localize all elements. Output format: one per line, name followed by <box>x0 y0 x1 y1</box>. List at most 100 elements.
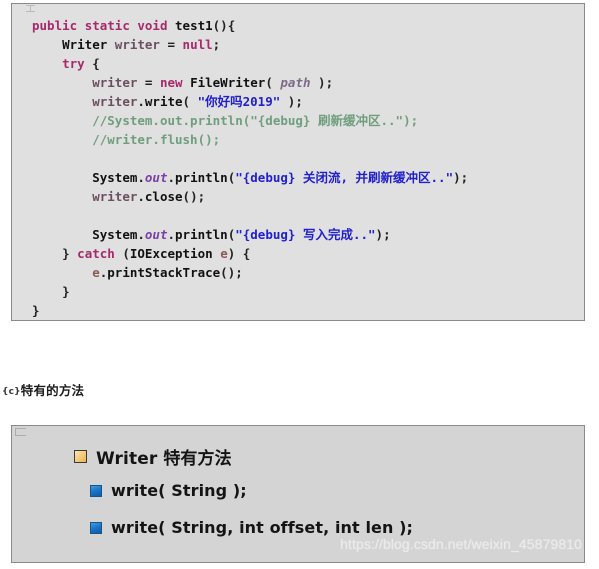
code-token-com: //writer.flush(); <box>92 132 221 147</box>
code-token-punc: (); <box>182 189 206 204</box>
code-token-type: test1 <box>175 18 213 33</box>
code-token-var: e <box>220 246 228 261</box>
slide-bullet-row: write( String ); <box>90 481 247 500</box>
code-token-punc: ); <box>310 75 334 90</box>
code-token-str: "你好吗2019" <box>197 94 281 109</box>
slide-corner-marker-icon <box>15 428 26 436</box>
code-token-punc: . <box>137 170 145 185</box>
code-token-type: printStackTrace <box>107 265 221 280</box>
code-token-punc: . <box>167 227 176 242</box>
code-token-kw: new <box>159 75 183 90</box>
watermark-text: https://blog.csdn.net/weixin_45879810 <box>340 536 582 552</box>
code-token-punc: . <box>137 94 145 109</box>
code-token-punc: . <box>137 227 145 242</box>
code-line: Writer writer = null; <box>12 35 584 54</box>
code-token-kw: void <box>137 18 168 33</box>
code-token-com: //System.out.println("{debug} 刷新缓冲区.."); <box>92 113 419 128</box>
code-token-type: System <box>92 227 138 242</box>
code-line: } catch (IOException e) { <box>12 244 584 263</box>
code-token-type: close <box>144 189 183 204</box>
code-token-type: FileWriter <box>190 75 266 90</box>
code-token-id: writer <box>92 75 138 90</box>
blue-square-bullet-icon <box>90 484 102 497</box>
code-snippet-panel: public static void test1(){ Writer write… <box>11 3 585 321</box>
code-token-punc: ); <box>375 227 391 242</box>
orange-square-bullet-icon <box>74 450 87 463</box>
code-line: //writer.flush(); <box>12 130 584 149</box>
code-token-punc: (){ <box>212 18 236 33</box>
code-token-type: println <box>175 227 228 242</box>
code-token-kw: try <box>62 56 85 71</box>
code-line: } <box>12 301 584 320</box>
code-token-punc: . <box>167 170 176 185</box>
code-token-punc: } <box>32 303 40 318</box>
code-token-field: out <box>144 227 168 242</box>
code-token-id: writer <box>114 37 160 52</box>
code-token-str: "{debug} 写入完成.." <box>235 227 376 242</box>
slide-heading-label: Writer 特有方法 <box>96 449 232 469</box>
code-line: System.out.println("{debug} 写入完成.."); <box>12 225 584 244</box>
code-token-punc: = <box>167 37 176 52</box>
code-token-kw: null <box>182 37 213 52</box>
code-token-type: write <box>144 94 183 109</box>
code-line: //System.out.println("{debug} 刷新缓冲区.."); <box>12 111 584 130</box>
section-caption: {c}特有的方法 <box>2 380 84 399</box>
code-token-type: System <box>92 170 138 185</box>
code-token-punc: ( <box>265 75 281 90</box>
caption-text: 特有的方法 <box>20 383 85 398</box>
code-token-punc: . <box>137 189 145 204</box>
code-token-punc: ; <box>212 37 221 52</box>
code-token-type: IOException <box>129 246 213 261</box>
code-token-punc: } <box>62 246 78 261</box>
slide-bullet-row: write( String, int offset, int len ); <box>90 518 413 537</box>
code-token-id: writer <box>92 189 138 204</box>
code-token-var: e <box>92 265 100 280</box>
code-token-param: path <box>280 75 311 90</box>
code-token-field: out <box>144 170 168 185</box>
blue-square-bullet-icon <box>90 521 102 534</box>
code-line: System.out.println("{debug} 关闭流, 并刷新缓冲区.… <box>12 168 584 187</box>
code-token-kw: catch <box>77 246 115 261</box>
code-token-punc: } <box>62 284 70 299</box>
code-token-str: "{debug} 关闭流, 并刷新缓冲区.." <box>235 170 454 185</box>
code-token-punc: ( <box>114 246 130 261</box>
code-line: public static void test1(){ <box>12 16 584 35</box>
code-token-punc: ) { <box>227 246 251 261</box>
code-token-type: Writer <box>62 37 108 52</box>
code-line: e.printStackTrace(); <box>12 263 584 282</box>
code-token-punc: (); <box>220 265 243 280</box>
code-lines: public static void test1(){ Writer write… <box>12 16 584 320</box>
code-line: writer.close(); <box>12 187 584 206</box>
code-token-id: writer <box>92 94 138 109</box>
caption-prefix: {c} <box>2 387 21 397</box>
code-line: } <box>12 282 584 301</box>
slide-bullet-label: write( String ); <box>111 481 247 500</box>
code-token-kw: static <box>84 18 130 33</box>
code-token-punc: { <box>92 56 100 71</box>
code-line: try { <box>12 54 584 73</box>
slide-heading-row: Writer 特有方法 <box>74 444 232 469</box>
code-token-punc: ( <box>182 94 198 109</box>
code-token-punc: ); <box>453 170 469 185</box>
code-line: writer = new FileWriter( path ); <box>12 73 584 92</box>
code-token-punc: ); <box>280 94 303 109</box>
